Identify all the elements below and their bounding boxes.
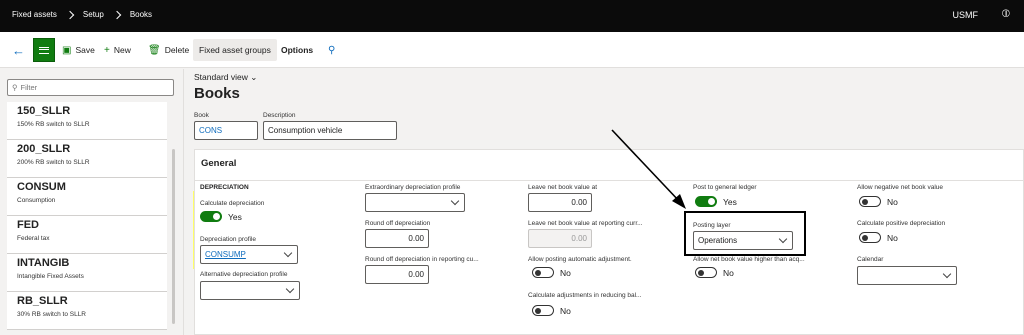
arrow-annotation bbox=[611, 129, 686, 209]
arrow-line bbox=[611, 129, 681, 203]
